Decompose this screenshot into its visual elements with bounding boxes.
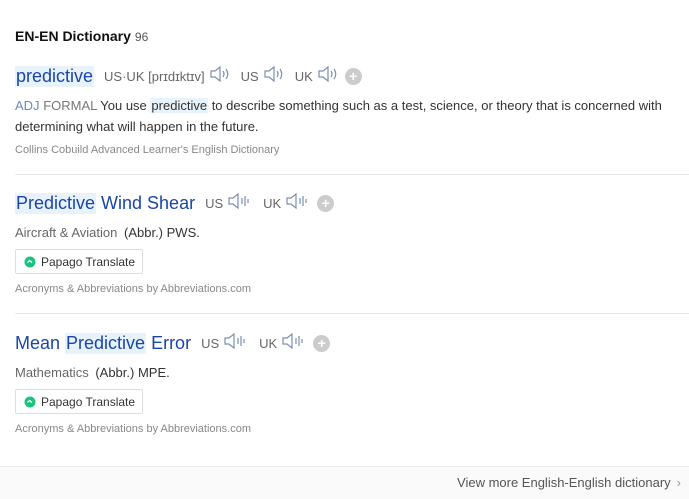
view-more-bar: View more English-English dictionary › xyxy=(0,466,689,499)
entry-predictive: predictive US·UK [prɪdɪktɪv] US UK + ADJ… xyxy=(15,64,689,175)
speaker-icon[interactable] xyxy=(227,192,253,215)
headword-pre[interactable]: Mean xyxy=(15,333,60,354)
definition-text-pre: You use xyxy=(100,98,147,113)
speaker-icon[interactable] xyxy=(263,65,285,88)
definition: ADJ FORMAL You use predictive to describ… xyxy=(15,95,687,137)
divider xyxy=(15,174,689,175)
speaker-icon[interactable] xyxy=(223,332,249,355)
headword-post[interactable]: Error xyxy=(151,333,191,354)
entry-mean-predictive-error: Mean Predictive Error US UK + Mathematic… xyxy=(15,331,689,435)
us-label: US xyxy=(205,195,224,211)
speaker-icon[interactable] xyxy=(285,192,311,215)
headword-highlight[interactable]: Predictive xyxy=(15,192,97,214)
papago-logo-icon xyxy=(24,396,36,407)
part-of-speech: ADJ xyxy=(15,98,40,113)
us-label: US xyxy=(240,68,259,84)
definition-highlight: predictive xyxy=(150,98,209,113)
headword-rest[interactable]: Wind Shear xyxy=(101,193,195,214)
papago-label: Papago Translate xyxy=(41,394,136,409)
plus-circle-icon[interactable]: + xyxy=(313,334,331,352)
papago-label: Papago Translate xyxy=(41,254,136,269)
pronunciation: US·UK [prɪdɪktɪv] xyxy=(104,68,205,84)
uk-label: UK xyxy=(259,335,278,351)
meaning: (Abbr.) PWS. xyxy=(124,225,200,240)
meaning: (Abbr.) MPE. xyxy=(95,365,170,380)
entry-predictive-wind-shear: Predictive Wind Shear US UK + Aircraft &… xyxy=(15,191,689,314)
domain-label: Aircraft & Aviation xyxy=(15,225,118,240)
domain-label: Mathematics xyxy=(15,365,89,380)
view-more-link[interactable]: View more English-English dictionary › xyxy=(457,475,681,490)
source-credit[interactable]: Collins Cobuild Advanced Learner's Engli… xyxy=(15,144,689,156)
papago-logo-icon xyxy=(24,256,36,267)
speaker-icon[interactable] xyxy=(281,332,307,355)
headword[interactable]: predictive xyxy=(15,65,95,87)
papago-translate-button[interactable]: Papago Translate xyxy=(15,249,143,274)
papago-translate-button[interactable]: Papago Translate xyxy=(15,389,143,414)
speaker-icon[interactable] xyxy=(209,65,231,88)
source-credit[interactable]: Acronyms & Abbreviations by Abbreviation… xyxy=(15,283,251,295)
headword-highlight[interactable]: Predictive xyxy=(65,332,147,354)
plus-circle-icon[interactable]: + xyxy=(317,194,335,212)
dictionary-header: EN-EN Dictionary 96 xyxy=(15,28,148,46)
speaker-icon[interactable] xyxy=(317,65,339,88)
view-more-label: View more English-English dictionary xyxy=(457,475,671,490)
source-credit[interactable]: Acronyms & Abbreviations by Abbreviation… xyxy=(15,423,251,435)
result-count: 96 xyxy=(134,30,149,44)
chevron-right-icon: › xyxy=(676,475,681,490)
meaning-line: Aircraft & Aviation (Abbr.) PWS. xyxy=(15,222,687,243)
register: FORMAL xyxy=(43,98,97,113)
uk-label: UK xyxy=(294,68,313,84)
plus-circle-icon[interactable]: + xyxy=(344,67,362,85)
meaning-line: Mathematics (Abbr.) MPE. xyxy=(15,362,687,383)
us-label: US xyxy=(201,335,220,351)
dictionary-title: EN-EN Dictionary xyxy=(15,28,131,44)
uk-label: UK xyxy=(263,195,282,211)
divider xyxy=(15,313,689,314)
